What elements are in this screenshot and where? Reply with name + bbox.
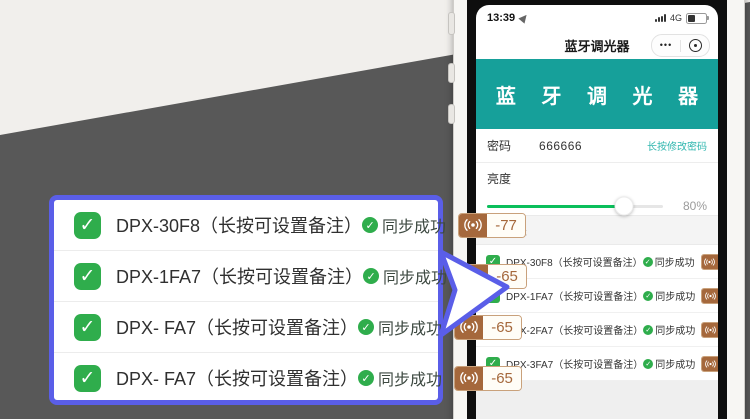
sync-success-icon: ✓: [362, 217, 378, 233]
status-time: 13:39: [487, 12, 515, 24]
device-checkbox[interactable]: ✓: [74, 365, 101, 392]
sync-success-icon: ✓: [363, 268, 379, 284]
phone-mute-switch: [448, 12, 455, 35]
signal-broadcast-icon: [455, 367, 483, 390]
location-arrow-icon: [519, 12, 530, 23]
rssi-badge: -65: [701, 288, 718, 304]
sync-status: ✓ 同步成功: [643, 254, 695, 269]
sync-status: ✓ 同步成功: [643, 322, 695, 337]
close-minimize-button[interactable]: [681, 39, 709, 52]
signal-broadcast-icon: [702, 357, 718, 371]
slider-thumb[interactable]: [615, 197, 634, 216]
rssi-badge: -77: [458, 213, 526, 238]
sync-status-label: 同步成功: [655, 254, 695, 269]
sync-success-icon: ✓: [643, 257, 653, 267]
sync-status: ✓ 同步成功: [362, 213, 446, 237]
device-name: DPX- FA7（长按可设置备注）: [116, 365, 358, 391]
password-value[interactable]: 666666: [539, 139, 582, 153]
device-name: DPX-1FA7（长按可设置备注）: [506, 288, 643, 303]
battery-icon: [686, 13, 707, 24]
rssi-value: -65: [483, 367, 521, 390]
sync-success-icon: ✓: [358, 370, 374, 386]
device-name: DPX-3FA7（长按可设置备注）: [506, 356, 643, 371]
network-type-label: 4G: [670, 13, 682, 23]
password-row: 密码 666666 长按修改密码: [476, 129, 718, 162]
signal-broadcast-icon: [702, 289, 718, 303]
rssi-badge: -65: [701, 356, 718, 372]
rssi-badge: -77: [701, 254, 718, 270]
app-banner: 蓝 牙 调 光 器: [476, 59, 718, 129]
device-name: DPX-1FA7（长按可设置备注）: [116, 263, 363, 289]
miniprogram-capsule: •••: [651, 34, 710, 57]
signal-broadcast-icon: [702, 323, 718, 337]
device-row[interactable]: ✓ DPX- FA7（长按可设置备注） ✓ 同步成功 -65: [54, 302, 438, 353]
change-password-link[interactable]: 长按修改密码: [647, 138, 707, 153]
sync-success-icon: ✓: [643, 325, 653, 335]
sync-status-label: 同步成功: [655, 288, 695, 303]
status-bar: 13:39 4G: [476, 5, 718, 31]
sync-success-icon: ✓: [643, 359, 653, 369]
rssi-badge: -65: [701, 322, 718, 338]
rssi-value: -77: [487, 214, 525, 237]
device-row[interactable]: ✓ DPX- FA7（长按可设置备注） ✓ 同步成功 -65: [54, 353, 438, 403]
more-menu-button[interactable]: •••: [652, 35, 680, 56]
device-name: DPX- FA7（长按可设置备注）: [116, 314, 358, 340]
sync-status-label: 同步成功: [378, 366, 442, 390]
sync-status-label: 同步成功: [655, 322, 695, 337]
rssi-badge: -65: [454, 366, 522, 391]
callout-pointer-arrow: [428, 238, 523, 350]
signal-broadcast-icon: [459, 214, 487, 237]
password-label: 密码: [487, 137, 511, 154]
device-checkbox[interactable]: ✓: [74, 314, 101, 341]
signal-strength-icon: [655, 14, 666, 22]
zoom-callout-box: ✓ DPX-30F8（长按可设置备注） ✓ 同步成功 -77 ✓ DPX-1FA…: [49, 195, 443, 405]
page-title: 蓝牙调光器: [564, 36, 629, 55]
device-row[interactable]: ✓ DPX-30F8（长按可设置备注） ✓ 同步成功 -77: [54, 200, 438, 251]
sync-status-label: 同步成功: [655, 356, 695, 371]
device-name: DPX-2FA7（长按可设置备注）: [506, 322, 643, 337]
sync-success-icon: ✓: [643, 291, 653, 301]
device-row[interactable]: ✓ DPX-1FA7（长按可设置备注） ✓ 同步成功 -65: [54, 251, 438, 302]
device-checkbox[interactable]: ✓: [74, 263, 101, 290]
phone-volume-down-button: [448, 104, 455, 124]
brightness-slider[interactable]: [487, 205, 663, 208]
device-name: DPX-30F8（长按可设置备注）: [116, 212, 362, 238]
brightness-section: 亮度 80%: [476, 163, 718, 215]
sync-status: ✓ 同步成功: [643, 288, 695, 303]
signal-broadcast-icon: [702, 255, 718, 269]
target-icon: [689, 39, 702, 52]
device-checkbox[interactable]: ✓: [74, 212, 101, 239]
slider-fill: [487, 205, 624, 208]
banner-title: 蓝 牙 调 光 器: [486, 80, 708, 109]
sync-status-label: 同步成功: [382, 213, 446, 237]
sync-status: ✓ 同步成功: [643, 356, 695, 371]
phone-volume-up-button: [448, 63, 455, 83]
navbar: 蓝牙调光器 •••: [476, 31, 718, 59]
brightness-percent: 80%: [677, 199, 707, 213]
sync-success-icon: ✓: [358, 319, 374, 335]
sync-status: ✓ 同步成功: [358, 366, 442, 390]
brightness-label: 亮度: [487, 170, 707, 187]
screenshot-stage: 13:39 4G 蓝牙调光器 ••• 蓝 牙 调 光 器 密码 666666 长…: [0, 0, 750, 419]
